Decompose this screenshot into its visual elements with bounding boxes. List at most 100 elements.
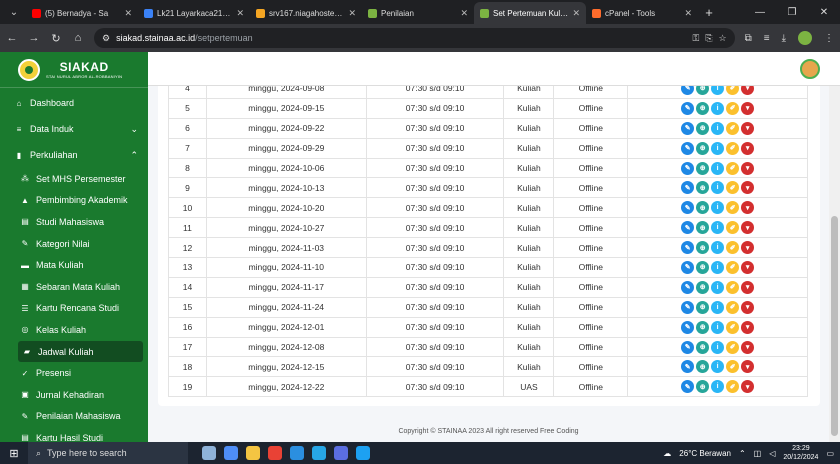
sidebar-item-kelas-kuliah[interactable]: ◎ Kelas Kuliah [0,319,148,341]
trash-icon[interactable]: ▾ [741,201,755,215]
browser-tab[interactable]: Lk21 Layarkaca21 No ✕ [138,2,250,24]
edge-icon[interactable] [356,446,370,460]
info-icon[interactable]: i [711,380,725,394]
browser-tab[interactable]: srv167.niagahoster.co ✕ [250,2,362,24]
trash-icon[interactable]: ▾ [741,280,755,294]
edit-note-icon[interactable]: ✐ [726,141,740,155]
pencil-icon[interactable]: ✎ [681,340,695,354]
file-explorer-icon[interactable] [246,446,260,460]
trash-icon[interactable]: ▾ [741,181,755,195]
trash-icon[interactable]: ▾ [741,141,755,155]
reading-list-icon[interactable]: ≡ [764,33,770,44]
tab-close-icon[interactable]: ✕ [572,8,580,19]
globe-icon[interactable]: ⊕ [696,320,710,334]
page-scrollbar[interactable] [829,86,840,442]
edit-note-icon[interactable]: ✐ [726,260,740,274]
globe-icon[interactable]: ⊕ [696,300,710,314]
globe-icon[interactable]: ⊕ [696,141,710,155]
sidebar-item-dashboard[interactable]: ⌂ Dashboard [0,90,148,116]
tab-close-icon[interactable]: ✕ [236,8,244,19]
trash-icon[interactable]: ▾ [741,86,755,95]
sidebar-item-data-induk[interactable]: ≡ Data Induk ⌄ [0,116,148,142]
trash-icon[interactable]: ▾ [741,340,755,354]
edit-note-icon[interactable]: ✐ [726,201,740,215]
pencil-icon[interactable]: ✎ [681,280,695,294]
tab-close-icon[interactable]: ✕ [124,8,132,19]
download-icon[interactable]: ⤓ [782,33,786,44]
edit-note-icon[interactable]: ✐ [726,86,740,95]
pencil-icon[interactable]: ✎ [681,360,695,374]
sidebar-item-set-mhs-persemester[interactable]: ⁂ Set MHS Persemester [0,168,148,190]
tab-search-icon[interactable]: ⌄ [2,0,26,24]
network-icon[interactable]: ◫ [754,449,762,458]
new-tab-button[interactable]: + [698,5,720,20]
info-icon[interactable]: i [711,86,725,95]
trash-icon[interactable]: ▾ [741,380,755,394]
user-avatar[interactable] [800,59,820,79]
maximize-icon[interactable]: ❐ [776,0,808,24]
trash-icon[interactable]: ▾ [741,241,755,255]
pencil-icon[interactable]: ✎ [681,181,695,195]
notification-icon[interactable]: ▭ [826,449,834,458]
pencil-icon[interactable]: ✎ [681,161,695,175]
edit-note-icon[interactable]: ✐ [726,221,740,235]
sidebar-item-penilaian-mahasiswa[interactable]: ✎ Penilaian Mahasiswa [0,406,148,428]
pencil-icon[interactable]: ✎ [681,260,695,274]
forward-icon[interactable]: → [28,32,40,44]
sidebar-item-mata-kuliah[interactable]: ▬ Mata Kuliah [0,254,148,276]
chrome-icon[interactable] [268,446,282,460]
bookmark-star-icon[interactable]: ☆ [719,33,727,44]
trash-icon[interactable]: ▾ [741,101,755,115]
info-icon[interactable]: i [711,300,725,314]
trash-icon[interactable]: ▾ [741,121,755,135]
sidebar-item-jurnal-kehadiran[interactable]: ▣ Jurnal Kehadiran [0,384,148,406]
info-icon[interactable]: i [711,161,725,175]
browser-menu-icon[interactable]: ⋮ [824,33,834,44]
volume-icon[interactable]: ◁ [769,449,775,458]
info-icon[interactable]: i [711,241,725,255]
globe-icon[interactable]: ⊕ [696,121,710,135]
trash-icon[interactable]: ▾ [741,161,755,175]
back-icon[interactable]: ← [6,32,18,44]
pencil-icon[interactable]: ✎ [681,380,695,394]
sidebar-item-pembimbing-akademik[interactable]: ▲ Pembimbing Akademik [0,190,148,212]
edit-note-icon[interactable]: ✐ [726,241,740,255]
globe-icon[interactable]: ⊕ [696,101,710,115]
edit-note-icon[interactable]: ✐ [726,320,740,334]
sidebar-item-presensi[interactable]: ✓ Presensi [0,362,148,384]
globe-icon[interactable]: ⊕ [696,280,710,294]
app-icon[interactable] [334,446,348,460]
task-view-icon[interactable] [202,446,216,460]
reload-icon[interactable]: ↻ [50,32,62,45]
sidebar-item-studi-mahasiswa[interactable]: ▤ Studi Mahasiswa [0,211,148,233]
globe-icon[interactable]: ⊕ [696,221,710,235]
scrollbar-thumb[interactable] [831,216,838,436]
copilot-icon[interactable] [224,446,238,460]
edit-note-icon[interactable]: ✐ [726,121,740,135]
edit-note-icon[interactable]: ✐ [726,161,740,175]
globe-icon[interactable]: ⊕ [696,201,710,215]
browser-tab[interactable]: (5) Bernadya - Sa ✕ [26,2,138,24]
trash-icon[interactable]: ▾ [741,221,755,235]
info-icon[interactable]: i [711,280,725,294]
windows-start-icon[interactable]: ⊞ [0,447,28,460]
sidebar-item-sebaran-mata-kuliah[interactable]: ▦ Sebaran Mata Kuliah [0,276,148,298]
globe-icon[interactable]: ⊕ [696,161,710,175]
close-window-icon[interactable]: ✕ [808,0,840,24]
address-bar[interactable]: ⚙ siakad.stainaa.ac.id/setpertemuan ⚿ ⎘ … [94,28,735,48]
tray-arrow-icon[interactable]: ⌃ [739,449,746,458]
edit-note-icon[interactable]: ✐ [726,300,740,314]
info-icon[interactable]: i [711,181,725,195]
sidebar-item-jadwal-kuliah[interactable]: ▰ Jadwal Kuliah [18,340,143,363]
edit-note-icon[interactable]: ✐ [726,280,740,294]
globe-icon[interactable]: ⊕ [696,380,710,394]
pencil-icon[interactable]: ✎ [681,221,695,235]
globe-icon[interactable]: ⊕ [696,86,710,95]
tab-close-icon[interactable]: ✕ [460,8,468,19]
edit-note-icon[interactable]: ✐ [726,181,740,195]
info-icon[interactable]: i [711,360,725,374]
site-info-icon[interactable]: ⚙ [102,33,110,44]
extensions-icon[interactable]: ⧉ [745,33,752,44]
info-icon[interactable]: i [711,221,725,235]
pencil-icon[interactable]: ✎ [681,121,695,135]
